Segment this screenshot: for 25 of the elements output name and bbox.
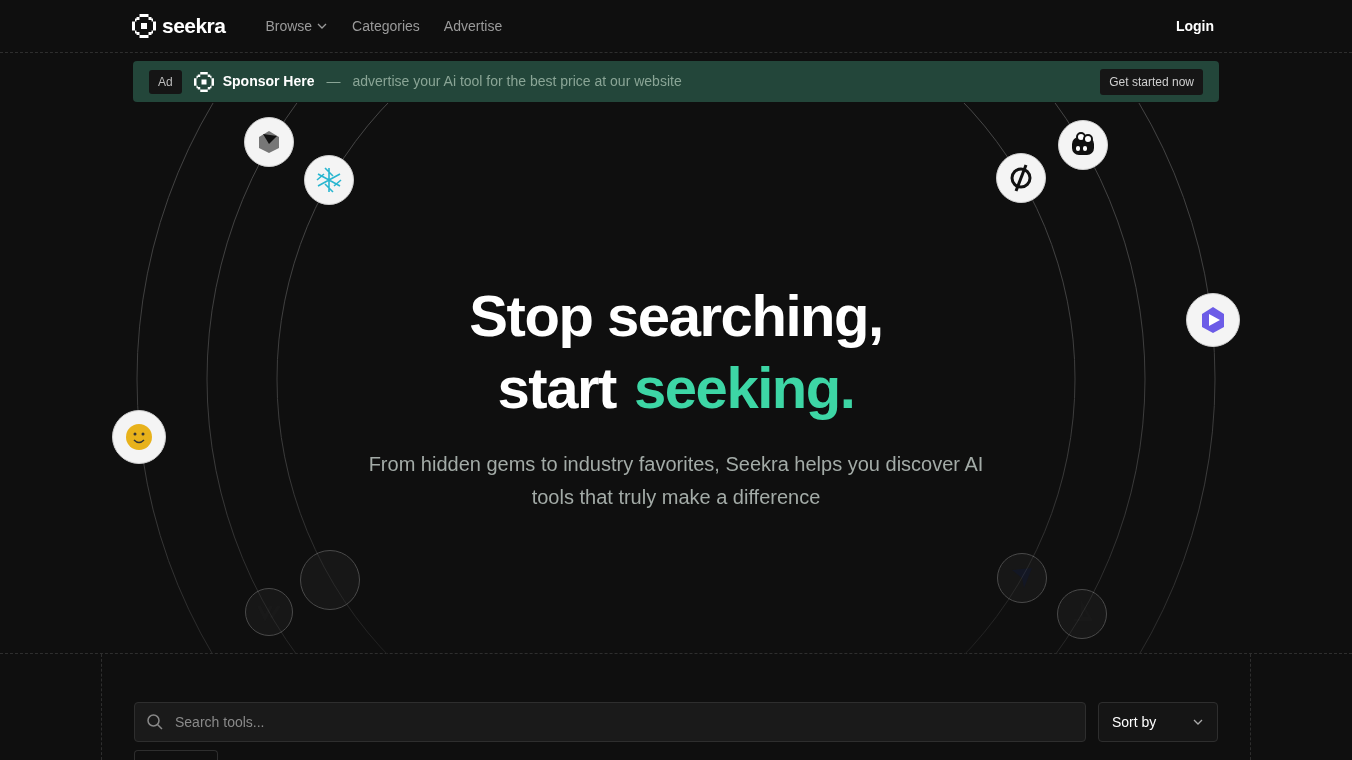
nav-link[interactable]: Advertise <box>443 15 503 37</box>
snowflake-logo-icon <box>304 155 354 205</box>
hero-subtitle: From hidden gems to industry favorites, Seekra helps you discover AI tools that truly make a difference <box>367 452 985 510</box>
get-started-button[interactable]: Get started now <box>1100 68 1203 95</box>
login-link[interactable]: Login <box>1175 15 1214 37</box>
slashed-circle-icon <box>996 153 1046 203</box>
cube-logo-icon <box>244 117 294 167</box>
robot-face-icon <box>1058 120 1108 170</box>
hero-heading-line: start <box>497 354 616 422</box>
nav-link[interactable]: Categories <box>352 15 420 37</box>
search-field[interactable]: Search tools... <box>134 702 1086 742</box>
brand-name[interactable]: seekra <box>162 10 226 42</box>
circle-logo-icon <box>300 550 360 610</box>
hero-heading-line: Stop searching, <box>469 282 883 350</box>
nav-link[interactable]: Browse <box>265 15 329 37</box>
brand-logo-icon <box>193 71 214 92</box>
search-icon <box>146 713 164 731</box>
sort-dropdown[interactable]: Sort by <box>1098 702 1218 742</box>
ad-text: advertise your Ai tool for the best price at our website <box>352 72 682 91</box>
dash-separator: — <box>326 72 341 91</box>
hugging-face-icon <box>112 410 166 464</box>
sponsor-name: Sponsor Here <box>222 72 315 91</box>
hero-highlight: seeking. <box>633 354 855 422</box>
ad-tag: Ad <box>149 69 182 94</box>
brand-logo-icon <box>132 14 156 38</box>
